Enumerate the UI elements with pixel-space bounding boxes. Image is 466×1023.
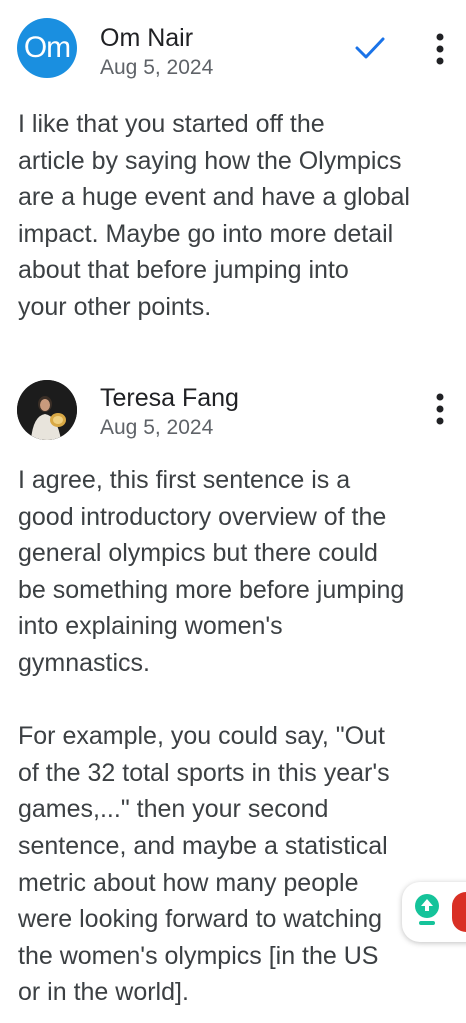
more-vert-icon [436, 33, 444, 65]
comment-author: Om Nair [100, 24, 194, 52]
avatar[interactable] [17, 380, 77, 440]
resolve-button[interactable] [348, 26, 392, 70]
comment-author: Teresa Fang [100, 384, 239, 412]
check-icon [355, 37, 385, 59]
more-vert-icon [436, 393, 444, 425]
profile-photo-icon [17, 380, 77, 440]
avatar-initials: Om [23, 31, 71, 64]
comment-text: I like that you started off the article … [18, 110, 410, 321]
floating-assistant-widget[interactable] [402, 882, 466, 942]
more-options-button[interactable] [420, 387, 460, 431]
more-options-button[interactable] [420, 27, 460, 71]
avatar[interactable]: Om [17, 18, 77, 78]
extension-icon [452, 892, 466, 932]
comment-text: I agree, this first sentence is a good i… [18, 466, 405, 1007]
grammarly-icon [415, 894, 439, 925]
comment-date: Aug 5, 2024 [100, 56, 214, 79]
comment-date: Aug 5, 2024 [100, 416, 214, 439]
